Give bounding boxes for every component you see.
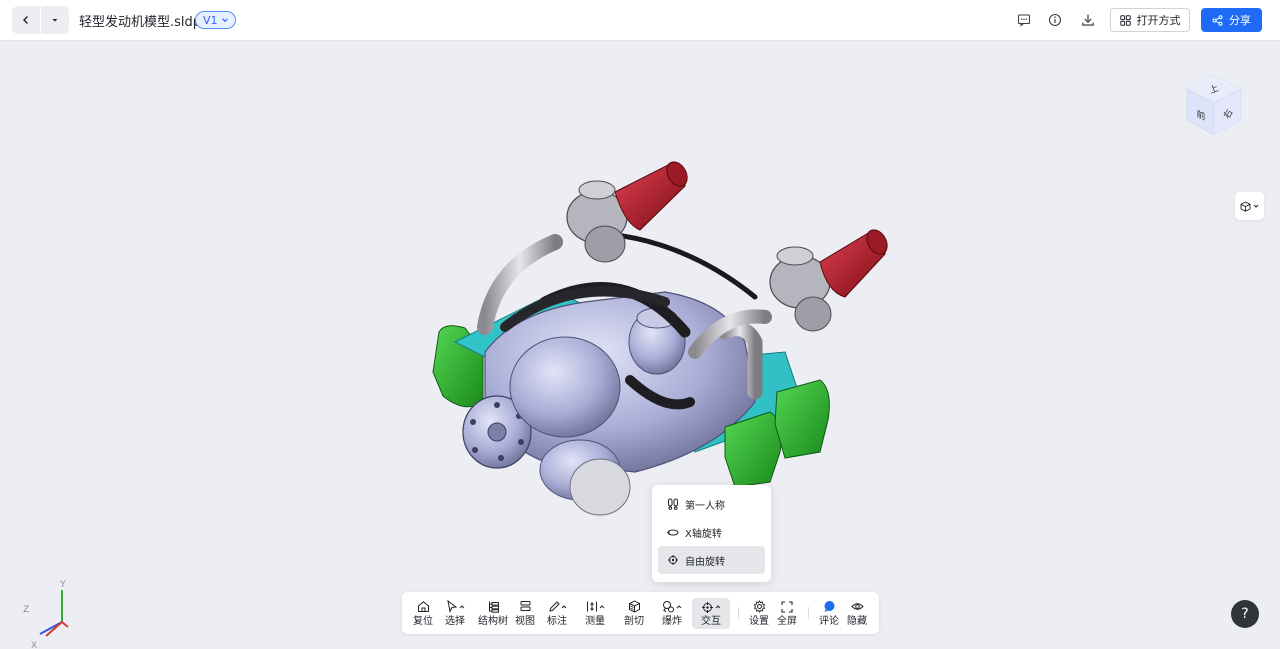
info-icon [1048,13,1062,27]
tool-explode[interactable]: 爆炸 [659,592,685,634]
tool-view[interactable]: 视图 [512,592,538,634]
tool-hide[interactable]: 隐藏 [844,592,870,634]
tool-label: 交互 [701,616,721,627]
cursor-icon [446,600,457,613]
tool-label: 全屏 [777,615,797,627]
share-label: 分享 [1229,14,1251,27]
file-name: 轻型发动机模型.sldprt [79,15,212,30]
tool-fullscreen[interactable]: 全屏 [774,592,800,634]
tool-label: 剖切 [624,615,644,627]
info-button[interactable] [1046,11,1064,29]
chevron-up-icon [715,605,721,609]
chevron-down-icon [1253,204,1259,208]
help-button[interactable]: ? [1231,600,1259,628]
share-icon [1212,14,1223,26]
tool-label: 标注 [547,615,567,627]
axis-y-label: Y [59,580,66,590]
menu-item-x-rotate[interactable]: X轴旋转 [658,518,765,546]
chevron-up-icon [676,604,682,608]
download-icon [1082,14,1094,26]
tool-label: 隐藏 [847,615,867,627]
back-button[interactable] [12,6,40,34]
engine-model-viewport[interactable] [425,152,895,524]
x-rotate-icon [667,529,679,536]
tool-label: 测量 [585,615,605,627]
eye-icon [850,603,864,610]
menu-item-free-rotate[interactable]: 自由旋转 [658,546,765,574]
tool-label: 评论 [819,615,839,627]
menu-item-label: 自由旋转 [685,556,725,568]
menu-item-first-person[interactable]: 第一人称 [658,490,765,518]
tool-structure-tree[interactable]: 结构树 [478,592,508,634]
back-icon [23,16,28,24]
home-icon [417,601,429,612]
chevron-down-icon [221,18,228,23]
tool-interact[interactable]: 交互 [692,598,730,629]
history-dropdown-button[interactable] [41,6,69,34]
nav-group [12,6,69,34]
version-label: V1 [203,13,218,27]
right-valve-cover-2 [774,379,830,459]
menu-item-label: X轴旋转 [685,528,722,540]
interaction-menu: 第一人称 X轴旋转 自由旋转 [652,485,771,582]
dropdown-icon [52,19,58,22]
axis-x-label: X [31,641,37,648]
bottom-toolbar: 复位 选择 结构树 视图 标注 测量 剖切 爆炸 交互 设置 全屏 评论 隐藏 [402,592,879,634]
tool-section[interactable]: 剖切 [621,592,647,634]
tool-label: 视图 [515,615,535,627]
pen-icon [548,601,560,612]
axis-z-label: Z [23,605,29,615]
top-bar: 轻型发动机模型.sldprt V1 打开方式 分享 [0,0,1280,41]
tool-label: 复位 [413,615,433,627]
open-with-label: 打开方式 [1136,14,1181,27]
chevron-up-icon [459,604,464,608]
tool-label: 设置 [749,615,769,627]
view-cube[interactable]: 上 前 右 [1183,72,1245,138]
footprints-icon [668,498,678,510]
tool-comment[interactable]: 评论 [816,592,842,634]
comment-icon [1017,14,1031,27]
interact-icon [702,601,713,613]
view-mode-button[interactable] [1235,192,1264,220]
tool-label: 结构树 [478,615,508,627]
share-button[interactable]: 分享 [1201,8,1262,32]
tool-settings[interactable]: 设置 [746,592,772,634]
layers-icon [520,601,530,611]
measure-icon [586,601,597,612]
tool-label: 爆炸 [662,615,682,627]
grid-icon [1119,14,1131,26]
menu-item-label: 第一人称 [685,500,725,512]
tool-measure[interactable]: 测量 [582,592,608,634]
tool-annotate[interactable]: 标注 [544,592,570,634]
tool-reset[interactable]: 复位 [410,592,436,634]
fullscreen-icon [781,600,793,613]
tool-select[interactable]: 选择 [442,592,468,634]
toolbar-divider [738,607,739,619]
axis-indicator: Y Z X [23,580,69,648]
version-badge[interactable]: V1 [195,11,236,29]
chevron-up-icon [599,604,604,608]
comment-button[interactable] [1015,11,1033,29]
chevron-up-icon [561,604,566,608]
tree-icon [488,601,499,613]
cube-icon [1240,200,1251,212]
free-rotate-icon [668,555,678,565]
gear-icon [753,600,765,613]
section-cube-icon [628,600,640,613]
toolbar-divider [808,607,809,619]
download-button[interactable] [1079,11,1097,29]
comment-dot-icon [824,601,834,612]
tool-label: 选择 [445,615,465,627]
open-with-button[interactable]: 打开方式 [1110,8,1190,32]
explode-icon [663,601,674,613]
